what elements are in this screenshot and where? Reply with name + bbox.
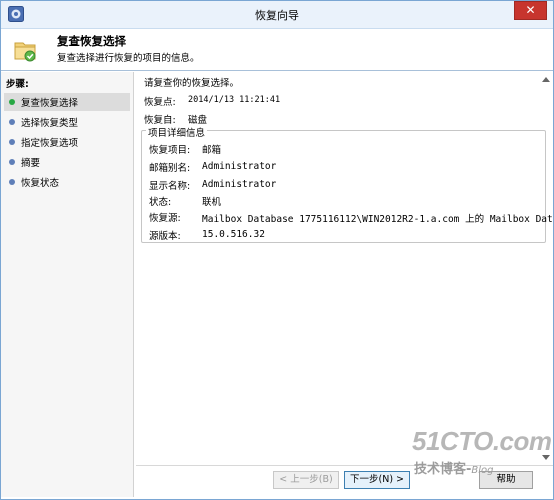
- page-subtitle: 复查选择进行恢复的项目的信息。: [57, 53, 200, 64]
- site-watermark: 51CTO.com 技术博客-Blog: [412, 426, 552, 477]
- intro-text: 请复查你的恢复选择。: [144, 78, 240, 89]
- detail-value: 15.0.516.32: [202, 229, 265, 240]
- recover-from-label: 恢复自:: [144, 115, 176, 126]
- watermark-blog: Blog: [471, 465, 494, 476]
- step-recovery-status[interactable]: 恢复状态: [4, 173, 130, 191]
- recover-from-value: 磁盘: [188, 115, 208, 126]
- page-title: 复查恢复选择: [57, 34, 126, 48]
- recovery-point-label: 恢复点:: [144, 97, 176, 108]
- close-button[interactable]: ✕: [514, 1, 547, 20]
- step-bullet-icon: [9, 179, 15, 185]
- step-label: 选择恢复类型: [21, 118, 79, 129]
- step-label: 指定恢复选项: [21, 138, 79, 149]
- detail-value: Administrator: [202, 161, 277, 172]
- detail-value: Mailbox Database 1775116112\WIN2012R2-1.…: [202, 214, 554, 225]
- step-label: 恢复状态: [21, 178, 60, 189]
- detail-value: Administrator: [202, 179, 277, 190]
- step-bullet-icon: [9, 159, 15, 165]
- detail-label: 状态:: [149, 197, 172, 208]
- step-recovery-options[interactable]: 指定恢复选项: [4, 133, 130, 151]
- detail-value: 联机: [202, 197, 222, 208]
- steps-heading: 步骤:: [6, 79, 29, 90]
- step-label: 摘要: [21, 158, 41, 169]
- detail-value: 邮箱: [202, 145, 222, 156]
- wizard-window: 恢复向导 ✕ 复查恢复选择 复查选择进行恢复的项目的信息。 步骤: 复查恢复选择…: [0, 0, 554, 500]
- step-label: 复查恢复选择: [21, 98, 79, 109]
- recovery-point-value: 2014/1/13 11:21:41: [188, 95, 281, 105]
- item-details-title: 项目详细信息: [146, 125, 208, 139]
- step-summary[interactable]: 摘要: [4, 153, 130, 171]
- detail-label: 恢复源:: [149, 213, 181, 224]
- detail-label: 显示名称:: [149, 181, 191, 192]
- wizard-header: 复查恢复选择 复查选择进行恢复的项目的信息。: [1, 29, 553, 71]
- step-bullet-icon: [9, 119, 15, 125]
- detail-label: 邮箱别名:: [149, 163, 191, 174]
- detail-label: 恢复项目:: [149, 145, 191, 156]
- title-bar[interactable]: 恢复向导 ✕: [1, 1, 553, 29]
- step-recovery-type[interactable]: 选择恢复类型: [4, 113, 130, 131]
- close-icon: ✕: [525, 3, 536, 17]
- next-button[interactable]: 下一步(N) >: [344, 471, 410, 489]
- scroll-up-arrow-icon[interactable]: [542, 77, 550, 82]
- step-review-selection[interactable]: 复查恢复选择: [4, 93, 130, 111]
- window-title: 恢复向导: [255, 9, 299, 22]
- review-panel: 请复查你的恢复选择。 恢复点: 2014/1/13 11:21:41 恢复自: …: [136, 72, 554, 465]
- watermark-logo-text: 51CTO.com: [412, 426, 552, 456]
- active-step-bullet-icon: [9, 99, 15, 105]
- steps-sidebar: 步骤: 复查恢复选择 选择恢复类型 指定恢复选项 摘要 恢复状态: [1, 72, 134, 497]
- detail-label: 源版本:: [149, 231, 181, 242]
- back-button[interactable]: < 上一步(B): [273, 471, 339, 489]
- recovery-wizard-icon: [14, 42, 36, 62]
- watermark-subtitle-cn: 技术博客: [414, 462, 467, 477]
- step-bullet-icon: [9, 139, 15, 145]
- watermark-subtitle: 技术博客-Blog: [414, 462, 494, 477]
